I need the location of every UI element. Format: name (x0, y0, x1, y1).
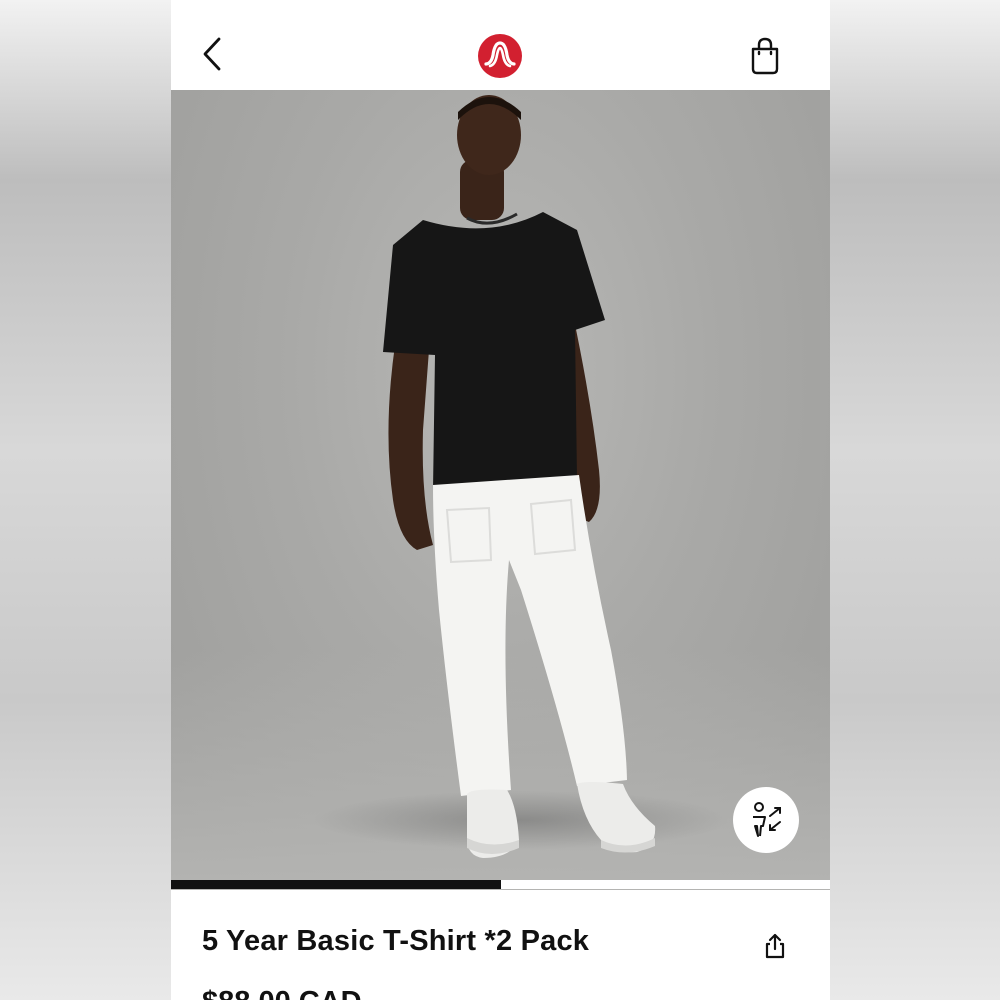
product-price: $88.00 CAD (202, 986, 362, 1000)
person-size-icon (753, 802, 781, 837)
size-fit-button[interactable] (733, 787, 799, 853)
gallery-progress-bar (171, 880, 830, 889)
product-screen: 5 Year Basic T-Shirt *2 Pack $88.00 CAD (171, 0, 830, 1000)
share-button[interactable] (763, 932, 787, 960)
shopping-bag-icon (751, 37, 779, 75)
shopping-bag-button[interactable] (747, 36, 783, 76)
backdrop-left (0, 0, 171, 1000)
gallery-progress-fill (171, 880, 501, 889)
product-image[interactable] (171, 90, 830, 890)
product-title: 5 Year Basic T-Shirt *2 Pack (202, 925, 590, 957)
back-button[interactable] (195, 30, 235, 74)
share-icon (765, 933, 785, 959)
backdrop-right (830, 0, 1000, 1000)
model-illustration (383, 95, 656, 858)
brand-logo[interactable] (477, 33, 523, 79)
top-nav-bar (171, 0, 830, 90)
lululemon-logo-icon (478, 34, 522, 78)
chevron-left-icon (203, 37, 221, 71)
